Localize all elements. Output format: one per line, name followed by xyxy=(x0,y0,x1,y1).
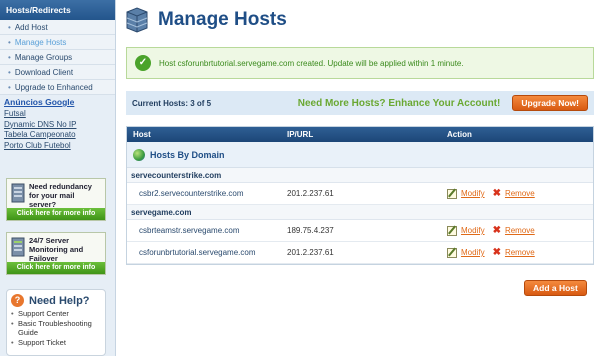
ad-link[interactable]: Tabela Campeonato xyxy=(4,130,111,141)
table-row: csbr2.servecounterstrike.com 201.2.237.6… xyxy=(127,183,593,205)
help-title: Need Help? xyxy=(29,294,90,307)
help-link-troubleshooting[interactable]: Basic Troubleshooting Guide xyxy=(11,319,101,338)
enhance-account-text: Need More Hosts? Enhance Your Account! xyxy=(297,97,501,109)
help-link-support-center[interactable]: Support Center xyxy=(11,309,101,319)
sidebar-item-add-host[interactable]: • Add Host xyxy=(0,20,115,35)
google-ads: Anúncios Google Futsal Dynamic DNS No IP… xyxy=(0,95,115,153)
success-message: ✓ Host csforunbrtutorial.servegame.com c… xyxy=(126,47,594,79)
help-icon: ? xyxy=(11,294,24,307)
mail-server-icon xyxy=(11,183,25,203)
help-link-support-ticket[interactable]: Support Ticket xyxy=(11,338,101,348)
column-header-action: Action xyxy=(447,130,472,139)
modify-link[interactable]: Modify xyxy=(461,189,485,198)
bullet-icon: • xyxy=(8,23,11,32)
ad-link[interactable]: Futsal xyxy=(4,109,111,120)
table-row: csforunbrtutorial.servegame.com 201.2.23… xyxy=(127,242,593,264)
host-name: csforunbrtutorial.servegame.com xyxy=(139,248,256,257)
ad-link[interactable]: Porto Club Futebol xyxy=(4,141,111,152)
sidebar-menu: • Add Host • Manage Hosts • Manage Groups •… xyxy=(0,20,115,95)
remove-icon[interactable]: ✖ xyxy=(493,188,501,199)
bullet-icon: • xyxy=(8,68,11,77)
sidebar-item-download-client[interactable]: • Download Client xyxy=(0,65,115,80)
host-ip: 201.2.237.61 xyxy=(287,248,334,257)
table-row: csbrteamstr.servegame.com 189.75.4.237 M… xyxy=(127,220,593,242)
add-host-button[interactable]: Add a Host xyxy=(524,280,587,296)
promo-text: 24/7 Server Monitoring and Failover xyxy=(29,236,84,263)
modify-link[interactable]: Modify xyxy=(461,226,485,235)
edit-icon[interactable] xyxy=(447,188,457,199)
section-title: Hosts By Domain xyxy=(150,149,225,160)
column-header-host: Host xyxy=(133,130,151,139)
current-hosts-count: Current Hosts: 3 of 5 xyxy=(132,98,212,108)
edit-icon[interactable] xyxy=(447,247,457,258)
sidebar-item-manage-hosts[interactable]: • Manage Hosts xyxy=(0,35,115,50)
success-text: Host csforunbrtutorial.servegame.com cre… xyxy=(159,58,464,68)
remove-icon[interactable]: ✖ xyxy=(493,247,501,258)
ad-link[interactable]: Dynamic DNS No IP xyxy=(4,120,111,131)
bullet-icon: • xyxy=(8,83,11,92)
host-ip: 201.2.237.61 xyxy=(287,189,334,198)
sidebar-item-upgrade[interactable]: • Upgrade to Enhanced xyxy=(0,80,115,95)
hosts-by-domain-header: Hosts By Domain xyxy=(127,142,593,168)
bullet-icon: • xyxy=(8,53,11,62)
host-ip: 189.75.4.237 xyxy=(287,226,334,235)
sidebar: Hosts/Redirects • Add Host • Manage Hosts … xyxy=(0,0,116,356)
check-icon: ✓ xyxy=(135,55,151,71)
host-name: csbr2.servecounterstrike.com xyxy=(139,189,244,198)
server-stack-icon xyxy=(126,7,148,33)
hosts-table: Host IP/URL Action Hosts By Domain serve… xyxy=(126,126,594,265)
domain-group-row: servegame.com xyxy=(127,205,593,220)
promo-redundancy: Need redundancy for your mail server? Cl… xyxy=(6,178,106,221)
bullet-icon: • xyxy=(8,38,11,47)
remove-icon[interactable]: ✖ xyxy=(493,225,501,236)
sidebar-item-manage-groups[interactable]: • Manage Groups xyxy=(0,50,115,65)
sidebar-header: Hosts/Redirects xyxy=(0,0,115,20)
monitoring-server-icon xyxy=(11,237,25,257)
remove-link[interactable]: Remove xyxy=(505,189,535,198)
promo-monitoring: 24/7 Server Monitoring and Failover Clic… xyxy=(6,232,106,275)
remove-link[interactable]: Remove xyxy=(505,248,535,257)
promo-more-info-button[interactable]: Click here for more info xyxy=(7,208,105,220)
column-header-ip: IP/URL xyxy=(287,130,314,139)
remove-link[interactable]: Remove xyxy=(505,226,535,235)
host-name: csbrteamstr.servegame.com xyxy=(139,226,240,235)
modify-link[interactable]: Modify xyxy=(461,248,485,257)
promo-text: Need redundancy for your mail server? xyxy=(29,182,92,209)
ads-title[interactable]: Anúncios Google xyxy=(4,97,111,107)
upgrade-now-button[interactable]: Upgrade Now! xyxy=(512,95,588,111)
promo-more-info-button[interactable]: Click here for more info xyxy=(7,262,105,274)
globe-icon xyxy=(133,148,145,161)
domain-group-row: servecounterstrike.com xyxy=(127,168,593,183)
account-bar: Current Hosts: 3 of 5 Need More Hosts? E… xyxy=(126,91,594,115)
main-content: Manage Hosts ✓ Host csforunbrtutorial.se… xyxy=(118,0,600,356)
edit-icon[interactable] xyxy=(447,225,457,236)
page-title: Manage Hosts xyxy=(158,9,287,30)
help-box: ? Need Help? Support Center Basic Troubl… xyxy=(6,289,106,356)
table-header: Host IP/URL Action xyxy=(127,127,593,142)
